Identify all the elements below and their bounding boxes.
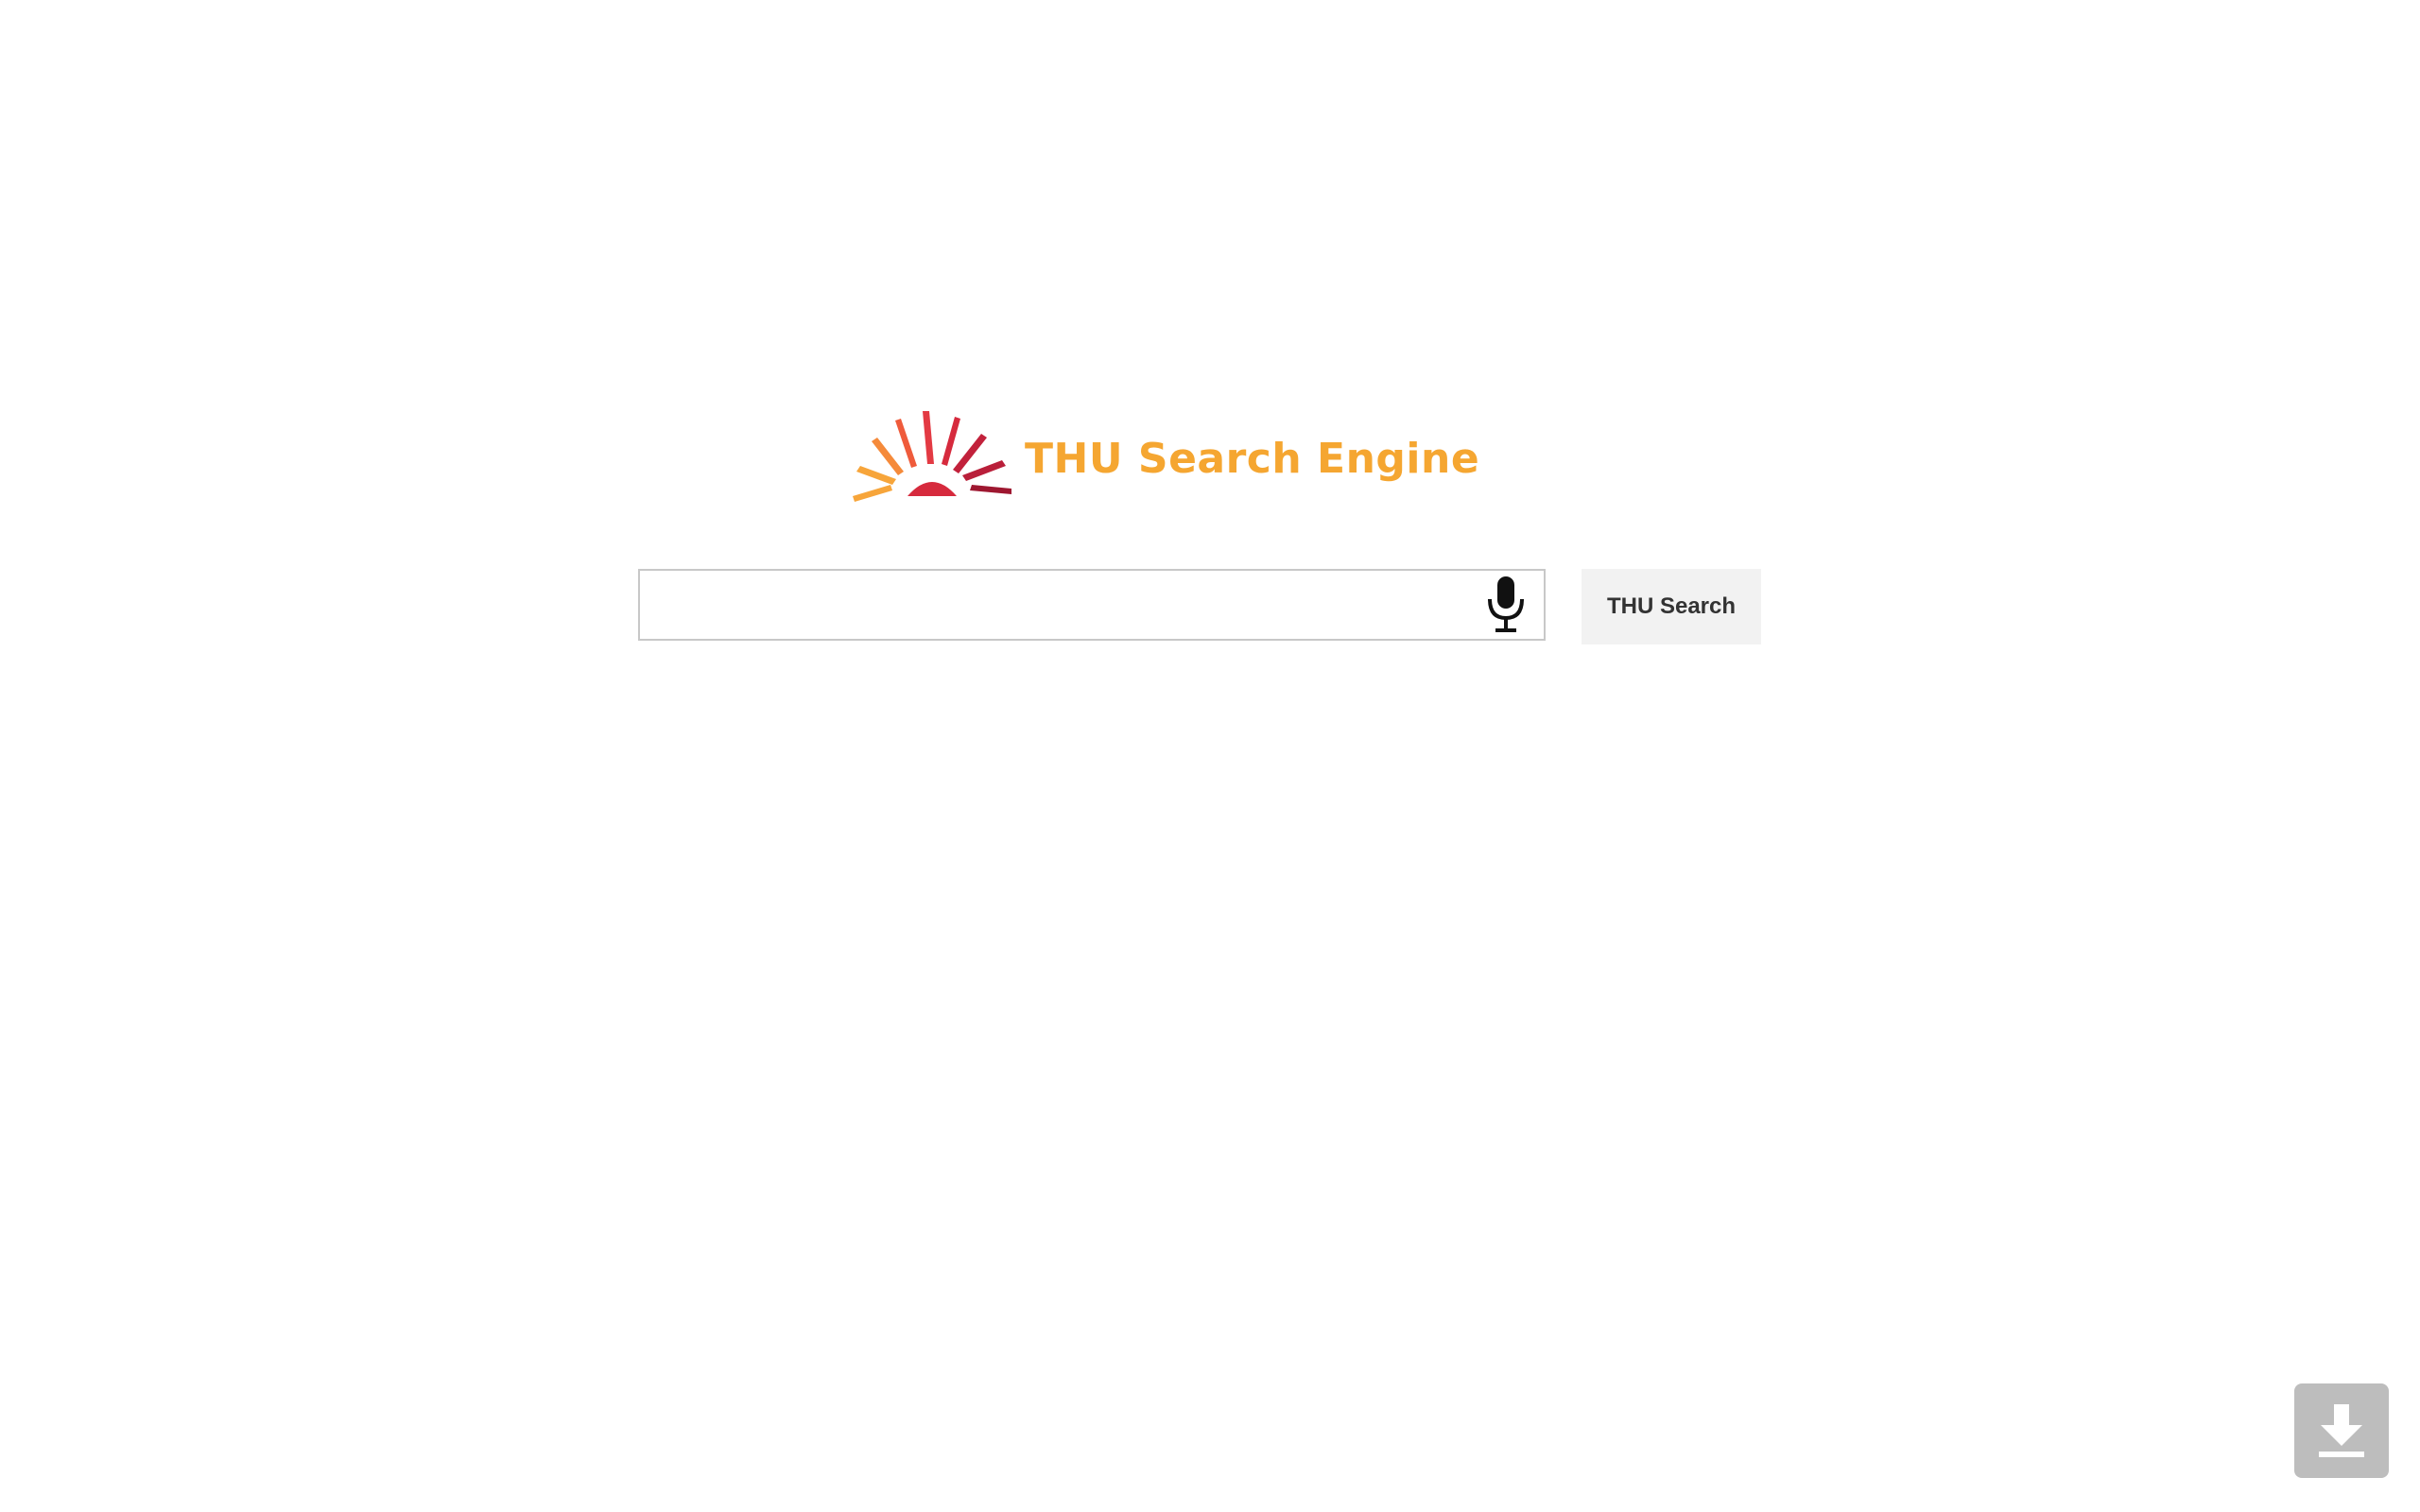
- voice-search-button[interactable]: [1476, 575, 1536, 635]
- logo: THU Search Engine: [849, 404, 1479, 508]
- search-box: [638, 569, 1546, 641]
- logo-title: THU Search Engine: [1025, 435, 1480, 483]
- page: THU Search Engine THU Search: [0, 0, 2420, 1512]
- search-button[interactable]: THU Search: [1582, 569, 1761, 644]
- search-input[interactable]: [640, 571, 1472, 639]
- sunburst-logo-icon: [853, 411, 1011, 502]
- microphone-icon: [1488, 576, 1524, 632]
- download-button[interactable]: [2294, 1383, 2389, 1478]
- download-icon: [2319, 1404, 2364, 1457]
